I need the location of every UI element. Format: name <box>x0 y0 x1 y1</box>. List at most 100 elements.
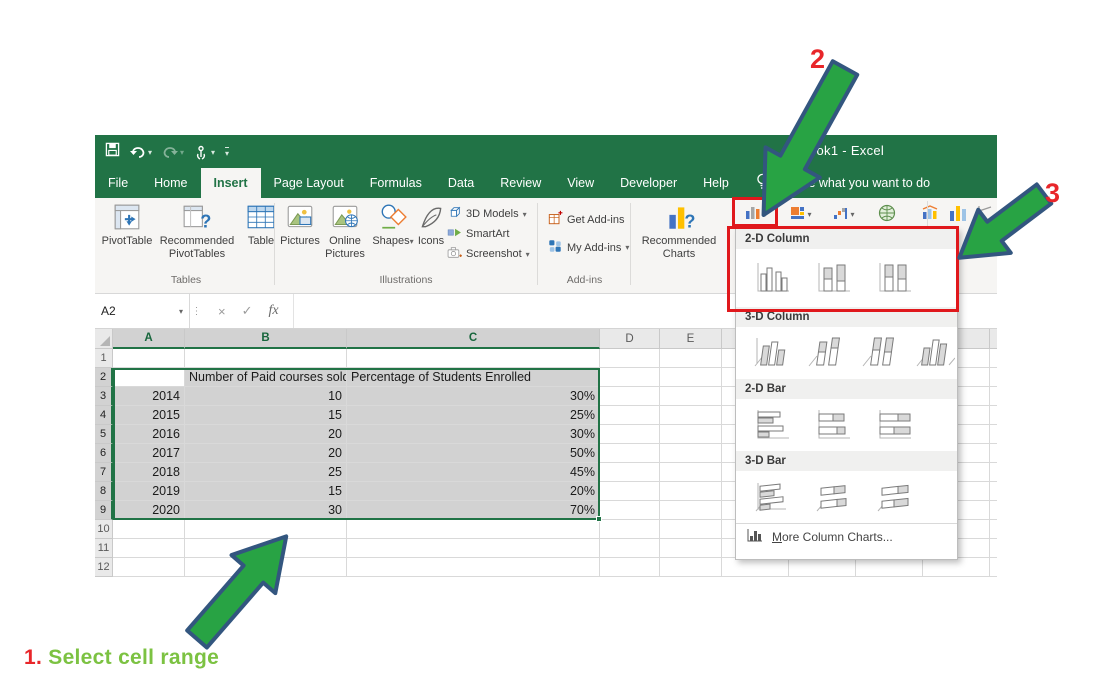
screenshot-button[interactable]: Screenshot ▾ <box>447 245 530 263</box>
cell-b3[interactable]: 10 <box>185 387 347 406</box>
cell[interactable] <box>347 349 600 368</box>
row-header-1[interactable]: 1 <box>95 349 113 368</box>
cell[interactable] <box>347 520 600 539</box>
cell[interactable] <box>600 520 660 539</box>
column-header-b[interactable]: B <box>185 329 347 349</box>
name-box-dropdown-icon[interactable]: ▾ <box>179 307 183 316</box>
cell-c5[interactable]: 30% <box>347 425 600 444</box>
cell[interactable] <box>347 558 600 577</box>
3d-stacked-bar-icon[interactable] <box>811 477 855 517</box>
cell[interactable] <box>660 349 722 368</box>
undo-icon[interactable]: ▾ <box>130 145 152 159</box>
cell-b5[interactable]: 20 <box>185 425 347 444</box>
cell[interactable] <box>600 539 660 558</box>
cell[interactable] <box>113 349 185 368</box>
shapes-button[interactable]: Shapes▾ <box>371 202 415 248</box>
100-percent-stacked-column-icon[interactable] <box>872 258 916 298</box>
tab-insert[interactable]: Insert <box>200 168 261 198</box>
cell[interactable] <box>600 406 660 425</box>
3d-models-button[interactable]: 3D Models ▾ <box>447 205 527 223</box>
cell[interactable] <box>185 349 347 368</box>
cell-b2[interactable]: Number of Paid courses sold <box>185 368 347 387</box>
tab-review[interactable]: Review <box>487 168 554 198</box>
100-percent-stacked-bar-icon[interactable] <box>872 405 916 445</box>
cell[interactable] <box>660 520 722 539</box>
3d-100-percent-stacked-bar-icon[interactable] <box>872 477 916 517</box>
cell[interactable] <box>113 539 185 558</box>
smartart-button[interactable]: SmartArt <box>447 225 509 243</box>
cell[interactable] <box>600 463 660 482</box>
cell-b7[interactable]: 25 <box>185 463 347 482</box>
cell[interactable] <box>600 425 660 444</box>
cell-a8[interactable]: 2019 <box>113 482 185 501</box>
cell[interactable] <box>113 520 185 539</box>
row-header-3[interactable]: 3 <box>95 387 113 406</box>
cell[interactable] <box>660 482 722 501</box>
cell-c4[interactable]: 25% <box>347 406 600 425</box>
cell[interactable] <box>660 539 722 558</box>
cell[interactable] <box>185 520 347 539</box>
cell[interactable] <box>660 406 722 425</box>
cell-c3[interactable]: 30% <box>347 387 600 406</box>
cell-a4[interactable]: 2015 <box>113 406 185 425</box>
recommended-pivottables-button[interactable]: ? Recommended PivotTables <box>151 202 243 260</box>
cell[interactable] <box>600 444 660 463</box>
3d-clustered-bar-icon[interactable] <box>750 477 794 517</box>
cell[interactable] <box>600 387 660 406</box>
cell[interactable] <box>660 368 722 387</box>
cell[interactable] <box>347 539 600 558</box>
recommended-charts-button[interactable]: ? Recommended Charts <box>639 202 719 260</box>
cell-b6[interactable]: 20 <box>185 444 347 463</box>
select-all-button[interactable] <box>95 329 113 349</box>
3d-column-icon[interactable] <box>912 333 956 373</box>
pictures-button[interactable]: Pictures <box>279 202 321 248</box>
tab-view[interactable]: View <box>554 168 607 198</box>
tab-formulas[interactable]: Formulas <box>357 168 435 198</box>
cell-c8[interactable]: 20% <box>347 482 600 501</box>
column-header-d[interactable]: D <box>600 329 660 349</box>
insert-hierarchy-chart-button[interactable]: ▾ <box>781 201 821 227</box>
row-header-12[interactable]: 12 <box>95 558 113 577</box>
cell[interactable] <box>600 349 660 368</box>
cell-a3[interactable]: 2014 <box>113 387 185 406</box>
maps-button[interactable] <box>867 201 907 227</box>
cell[interactable] <box>660 501 722 520</box>
cell[interactable] <box>660 444 722 463</box>
tab-file[interactable]: File <box>95 168 141 198</box>
insert-column-chart-button[interactable]: ▾ <box>736 201 776 227</box>
cell[interactable] <box>660 558 722 577</box>
cell[interactable] <box>660 387 722 406</box>
cell[interactable] <box>113 558 185 577</box>
more-column-charts-item[interactable]: More Column Charts... <box>736 523 957 549</box>
cancel-icon[interactable]: × <box>218 304 226 319</box>
touch-mode-icon[interactable]: ▾ <box>194 145 215 160</box>
row-header-8[interactable]: 8 <box>95 482 113 501</box>
cell[interactable] <box>185 558 347 577</box>
row-header-6[interactable]: 6 <box>95 444 113 463</box>
column-header-e[interactable]: E <box>660 329 722 349</box>
3d-stacked-column-icon[interactable] <box>804 333 848 373</box>
tab-data[interactable]: Data <box>435 168 487 198</box>
stacked-column-icon[interactable] <box>811 258 855 298</box>
row-header-9[interactable]: 9 <box>95 501 113 520</box>
online-pictures-button[interactable]: Online Pictures <box>321 202 369 260</box>
customize-quick-access-icon[interactable]: ▾ <box>225 146 230 158</box>
my-addins-button[interactable]: My Add-ins ▾ <box>547 238 629 257</box>
tell-me-box[interactable]: Tell me what you want to do <box>742 168 930 198</box>
tab-page-layout[interactable]: Page Layout <box>261 168 357 198</box>
cell[interactable] <box>600 558 660 577</box>
cell-b4[interactable]: 15 <box>185 406 347 425</box>
3d-clustered-column-icon[interactable] <box>750 333 794 373</box>
column-header-a[interactable]: A <box>113 329 185 349</box>
cell[interactable] <box>600 482 660 501</box>
cell[interactable] <box>600 501 660 520</box>
save-icon[interactable] <box>105 142 120 162</box>
pivottable-button[interactable]: PivotTable <box>101 202 153 248</box>
insert-waterfall-chart-button[interactable]: ▾ <box>824 201 864 227</box>
name-box[interactable]: A2 ▾ <box>95 294 190 328</box>
cell-a9[interactable]: 2020 <box>113 501 185 520</box>
cell[interactable] <box>600 368 660 387</box>
cells-hidden[interactable] <box>722 558 997 577</box>
row-header-4[interactable]: 4 <box>95 406 113 425</box>
clustered-column-icon[interactable] <box>750 258 794 298</box>
